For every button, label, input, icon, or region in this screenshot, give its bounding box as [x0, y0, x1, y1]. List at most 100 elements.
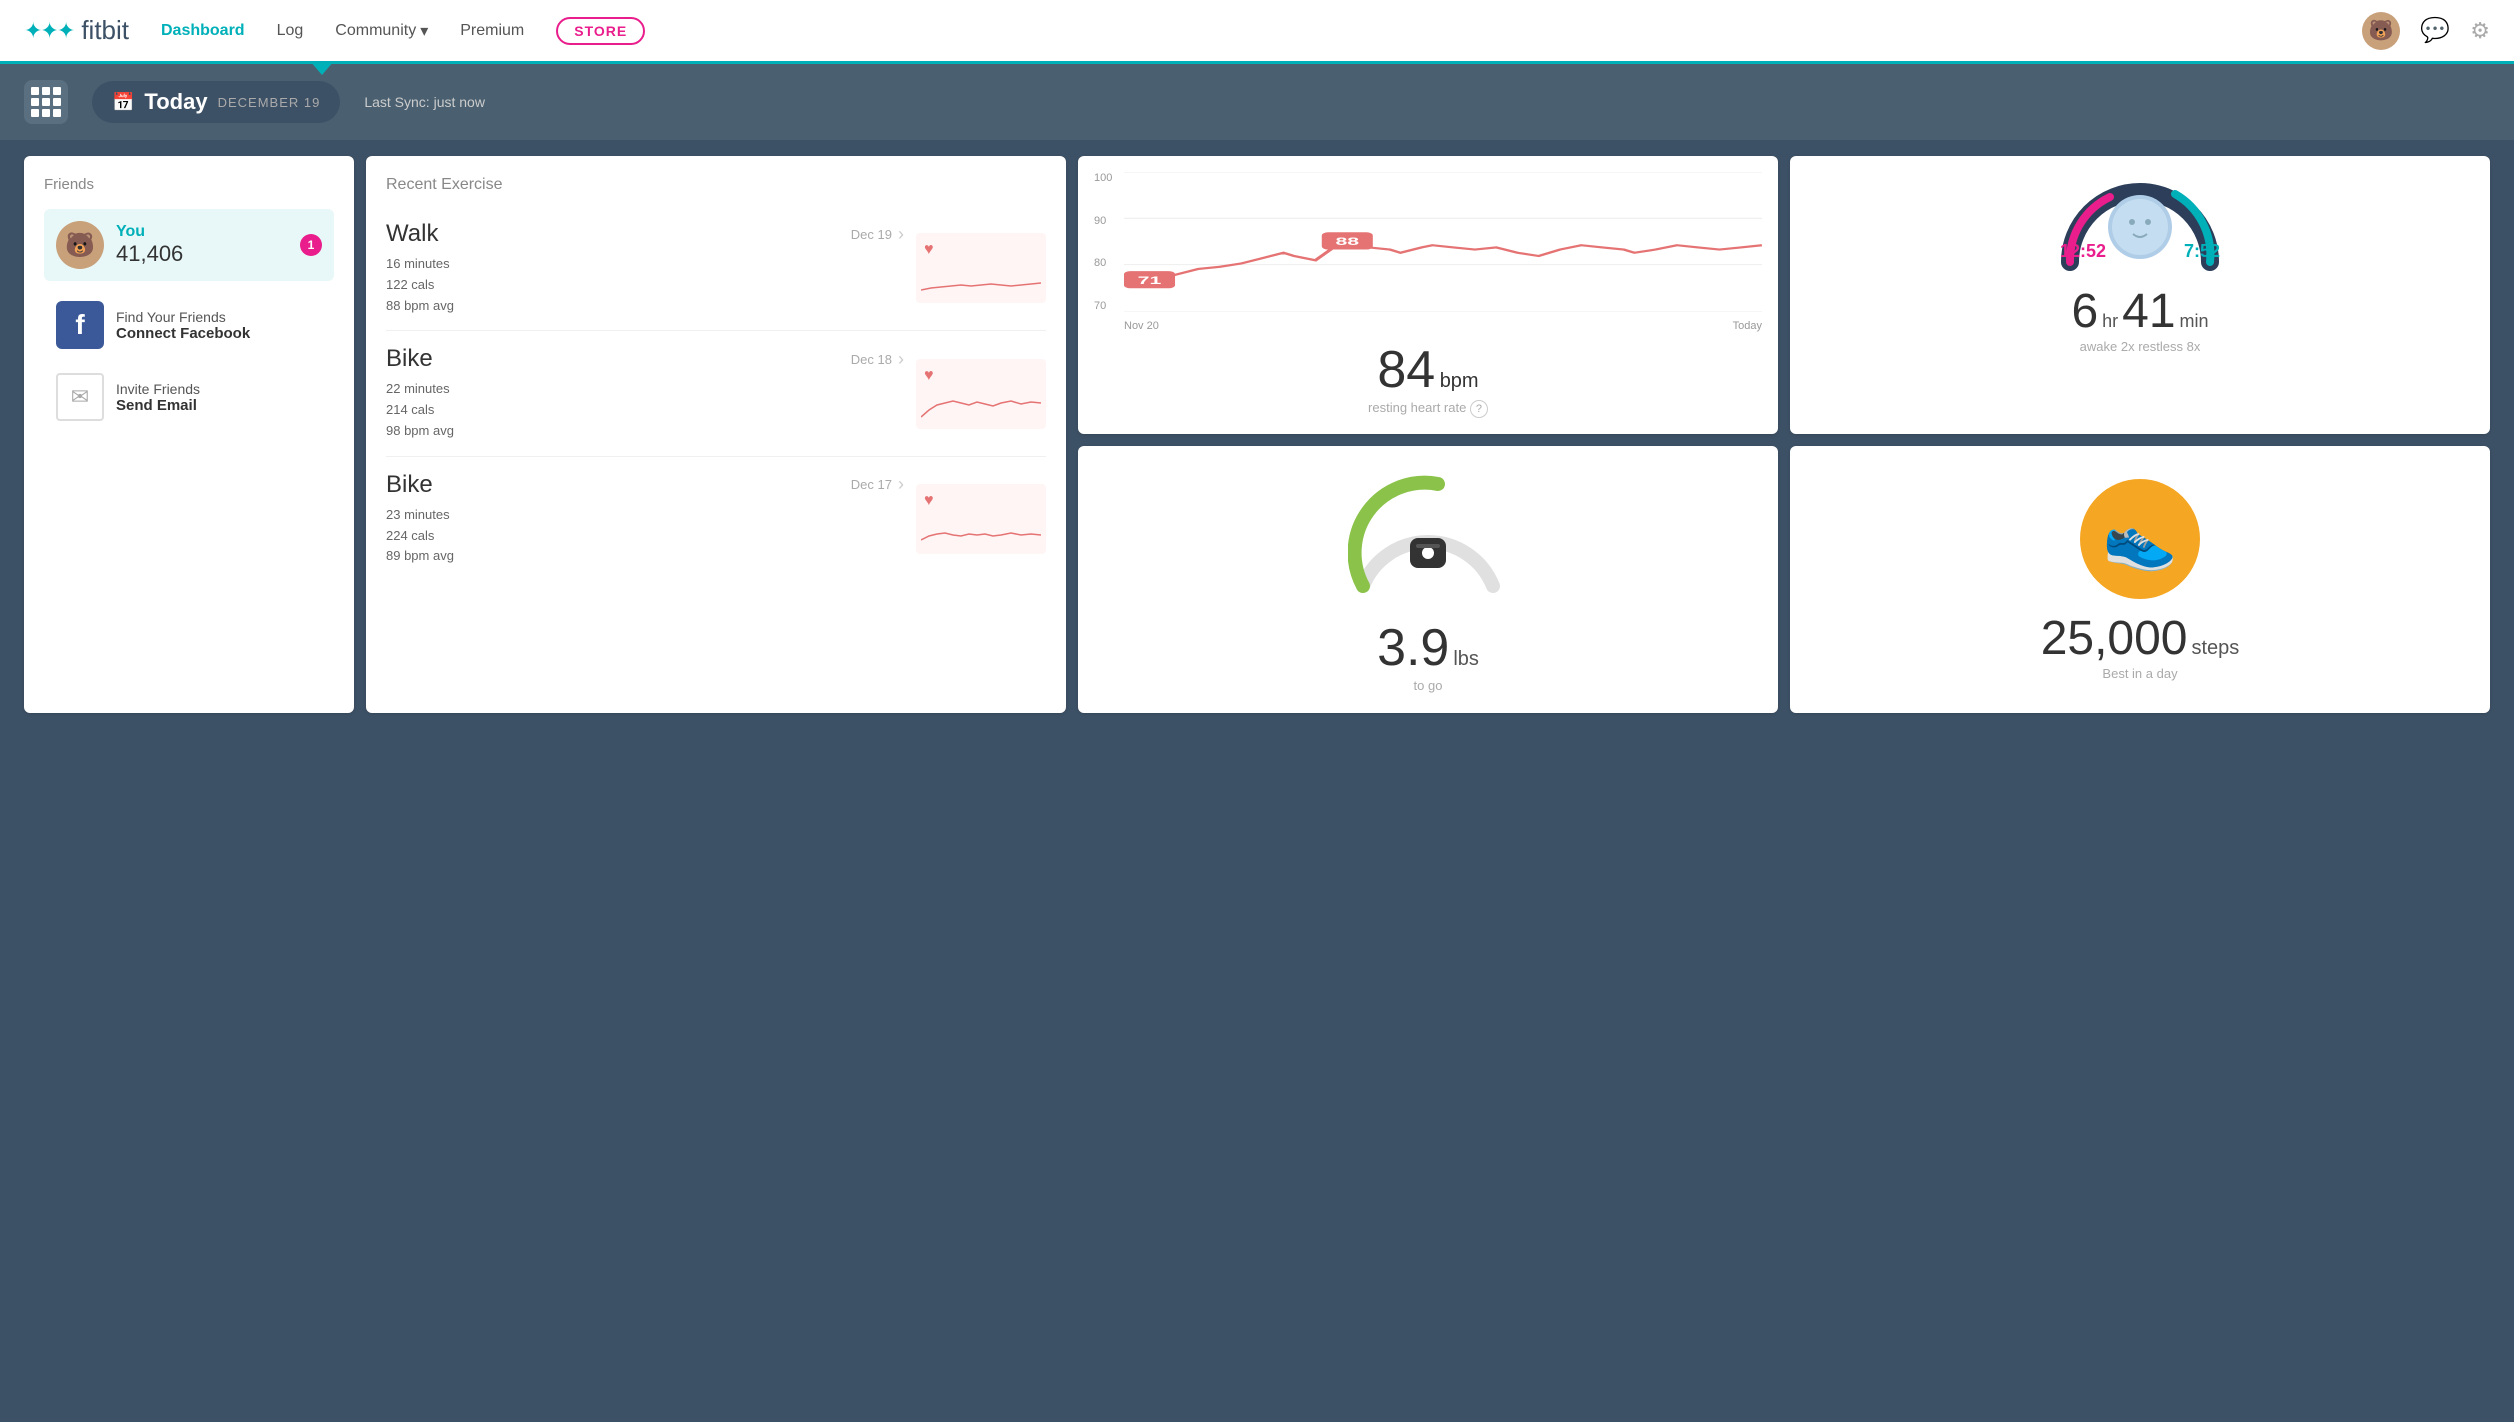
- exercise-item-bike1[interactable]: Bike Dec 18 › 22 minutes 214 cals 98 bpm…: [386, 331, 1046, 456]
- steps-value: 25,000 steps: [2041, 611, 2240, 666]
- nav-links: Dashboard Log Community ▾ Premium STORE: [161, 17, 2362, 45]
- email-line1: Invite Friends: [116, 381, 200, 397]
- weight-unit: lbs: [1453, 648, 1479, 671]
- logo[interactable]: ✦✦✦ fitbit: [24, 15, 129, 46]
- facebook-line2: Connect Facebook: [116, 325, 250, 342]
- today-date: DECEMBER 19: [218, 95, 321, 110]
- walk-info: Walk Dec 19 › 16 minutes 122 cals 88 bpm…: [386, 220, 904, 316]
- hr-graph-area: 71 88: [1124, 172, 1762, 312]
- facebook-connect[interactable]: f Find Your Friends Connect Facebook: [44, 289, 334, 361]
- message-icon[interactable]: 💬: [2420, 16, 2450, 45]
- exercise-title: Recent Exercise: [386, 176, 1046, 194]
- today-label: Today: [144, 89, 207, 115]
- avatar[interactable]: 🐻: [2362, 12, 2400, 50]
- facebook-icon: f: [56, 301, 104, 349]
- bike2-name: Bike: [386, 471, 433, 499]
- heartrate-number: 84: [1377, 341, 1435, 399]
- steps-unit: steps: [2192, 637, 2240, 660]
- bike1-chart: ♥: [916, 359, 1046, 429]
- walk-name: Walk: [386, 220, 438, 248]
- walk-stats: 16 minutes 122 cals 88 bpm avg: [386, 254, 904, 316]
- grid-icon: [31, 87, 61, 117]
- weight-label: to go: [1414, 678, 1443, 693]
- walk-date-row: Walk Dec 19 ›: [386, 220, 904, 248]
- facebook-text: Find Your Friends Connect Facebook: [116, 309, 250, 342]
- nav-dashboard[interactable]: Dashboard: [161, 22, 245, 40]
- nav-log[interactable]: Log: [277, 22, 304, 40]
- grid-menu-button[interactable]: [24, 80, 68, 124]
- gear-icon[interactable]: ⚙: [2470, 18, 2490, 44]
- main-content: Friends 🐻 You 41,406 1 f Find Your Frien…: [0, 140, 2514, 737]
- email-text: Invite Friends Send Email: [116, 381, 200, 414]
- sleep-sub: awake 2x restless 8x: [2080, 339, 2201, 354]
- heart-icon2: ♥: [924, 367, 934, 385]
- friends-card: Friends 🐻 You 41,406 1 f Find Your Frien…: [24, 156, 354, 713]
- nav-right: 🐻 💬 ⚙: [2362, 12, 2490, 50]
- heartrate-label: resting heart rate ?: [1094, 400, 1762, 418]
- exercise-card: Recent Exercise Walk Dec 19 › 16 minutes…: [366, 156, 1066, 713]
- weight-value: 3.9 lbs: [1377, 618, 1479, 678]
- nav-premium[interactable]: Premium: [460, 22, 524, 40]
- sleep-minutes: 41: [2122, 284, 2175, 339]
- sleep-dial: 12:52 7:52: [2060, 172, 2220, 272]
- bike1-date-row: Bike Dec 18 ›: [386, 345, 904, 373]
- sleep-card: 12:52 7:52 6 hr 41 min awake 2x restless…: [1790, 156, 2490, 434]
- walk-date: Dec 19: [851, 227, 892, 242]
- bike2-date: Dec 17: [851, 477, 892, 492]
- bike1-stats: 22 minutes 214 cals 98 bpm avg: [386, 379, 904, 441]
- you-avatar: 🐻: [56, 221, 104, 269]
- logo-dots-icon: ✦✦✦: [24, 18, 73, 44]
- steps-card: 👟 25,000 steps Best in a day: [1790, 446, 2490, 713]
- heartrate-card: 100 90 80 70 71: [1078, 156, 1778, 434]
- nav-community[interactable]: Community ▾: [335, 21, 428, 41]
- email-invite[interactable]: ✉ Invite Friends Send Email: [44, 361, 334, 433]
- sleep-duration: 6 hr 41 min: [2071, 284, 2208, 339]
- info-icon[interactable]: ?: [1470, 400, 1488, 418]
- steps-label: Best in a day: [2102, 666, 2177, 681]
- bike1-name: Bike: [386, 345, 433, 373]
- sleep-hours: 6: [2071, 284, 2098, 339]
- sleep-hr-label: hr: [2102, 311, 2118, 332]
- you-badge: 1: [300, 234, 322, 256]
- friends-title: Friends: [44, 176, 334, 193]
- facebook-line1: Find Your Friends: [116, 309, 250, 325]
- sleep-time-start: 12:52: [2060, 241, 2106, 262]
- nav-indicator: [310, 61, 334, 75]
- steps-icon-circle: 👟: [2080, 479, 2200, 599]
- bike2-stats: 23 minutes 224 cals 89 bpm avg: [386, 505, 904, 567]
- subheader: 📅 Today DECEMBER 19 Last Sync: just now: [0, 64, 2514, 140]
- bike2-date-row: Bike Dec 17 ›: [386, 471, 904, 499]
- store-button[interactable]: STORE: [556, 17, 645, 45]
- exercise-item-bike2[interactable]: Bike Dec 17 › 23 minutes 224 cals 89 bpm…: [386, 457, 1046, 581]
- bike1-heartrate-graph: [921, 375, 1041, 429]
- svg-text:88: 88: [1335, 236, 1359, 248]
- chevron-right-icon: ›: [898, 224, 904, 245]
- steps-number: 25,000: [2041, 611, 2188, 666]
- bike2-heartrate-graph: [921, 500, 1041, 554]
- you-steps: 41,406: [116, 241, 288, 267]
- friend-item-you[interactable]: 🐻 You 41,406 1: [44, 209, 334, 281]
- weight-card: 3.9 lbs to go: [1078, 446, 1778, 713]
- heartrate-chart: 100 90 80 70 71: [1094, 172, 1762, 332]
- shoe-icon: 👟: [2103, 503, 2178, 574]
- bike2-info: Bike Dec 17 › 23 minutes 224 cals 89 bpm…: [386, 471, 904, 567]
- sleep-time-end: 7:52: [2184, 241, 2220, 262]
- heartrate-value: 84 bpm: [1094, 340, 1762, 400]
- bike1-date: Dec 18: [851, 352, 892, 367]
- chevron-right-icon3: ›: [898, 474, 904, 495]
- exercise-item-walk[interactable]: Walk Dec 19 › 16 minutes 122 cals 88 bpm…: [386, 206, 1046, 331]
- heartrate-unit: bpm: [1440, 370, 1479, 392]
- weight-number: 3.9: [1377, 618, 1449, 678]
- bike1-info: Bike Dec 18 › 22 minutes 214 cals 98 bpm…: [386, 345, 904, 441]
- heart-icon3: ♥: [924, 492, 934, 510]
- hr-y-labels: 100 90 80 70: [1094, 172, 1112, 312]
- today-badge[interactable]: 📅 Today DECEMBER 19: [92, 81, 340, 123]
- chevron-down-icon: ▾: [420, 21, 428, 41]
- bike2-chart: ♥: [916, 484, 1046, 554]
- walk-heartrate-graph: [921, 250, 1041, 304]
- calendar-icon: 📅: [112, 92, 134, 113]
- navbar: ✦✦✦ fitbit Dashboard Log Community ▾ Pre…: [0, 0, 2514, 64]
- logo-text: fitbit: [81, 15, 129, 46]
- email-line2: Send Email: [116, 397, 200, 414]
- you-name: You: [116, 223, 288, 241]
